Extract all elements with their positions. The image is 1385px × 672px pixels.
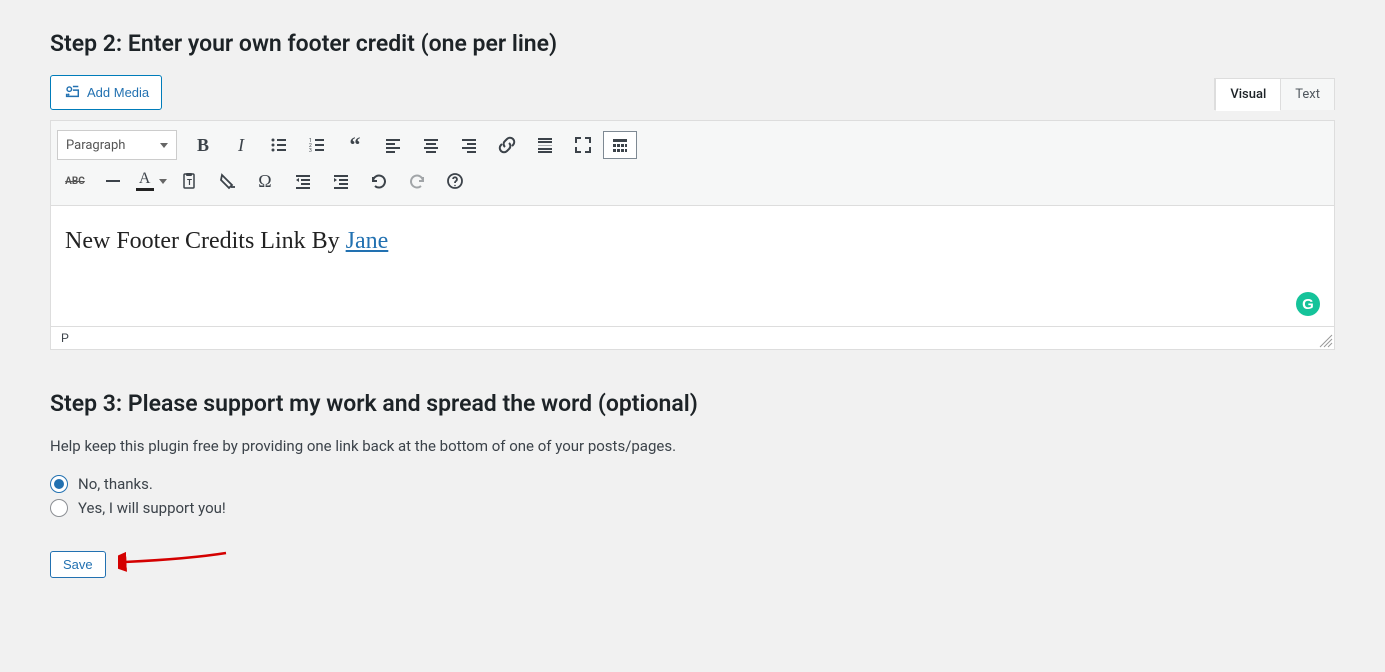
special-char-button[interactable]: Ω <box>247 165 283 197</box>
editor-path: P <box>61 331 69 345</box>
step3-heading: Step 3: Please support my work and sprea… <box>50 390 1335 417</box>
text-color-bar <box>136 188 154 191</box>
radio-label-no: No, thanks. <box>78 475 153 493</box>
chevron-down-icon <box>160 143 168 148</box>
help-button[interactable] <box>437 165 473 197</box>
editor-text: New Footer Credits Link By Jane <box>65 228 388 254</box>
support-options: No, thanks. Yes, I will support you! <box>50 475 1335 517</box>
radio-icon <box>50 499 68 517</box>
editor-toolbar: Paragraph B I 123 “ <box>51 121 1334 206</box>
italic-button[interactable]: I <box>223 129 259 161</box>
paste-text-button[interactable]: T <box>171 165 207 197</box>
resize-handle[interactable] <box>1318 333 1334 349</box>
toolbar-toggle-button[interactable] <box>603 131 637 159</box>
tab-visual[interactable]: Visual <box>1215 79 1280 111</box>
radio-option-yes[interactable]: Yes, I will support you! <box>50 499 1335 517</box>
outdent-button[interactable] <box>285 165 321 197</box>
format-select-value: Paragraph <box>66 138 125 153</box>
numbered-list-button[interactable]: 123 <box>299 129 335 161</box>
link-button[interactable] <box>489 129 525 161</box>
text-color-button[interactable]: A <box>133 165 169 197</box>
clear-formatting-button[interactable] <box>209 165 245 197</box>
strikethrough-button[interactable]: ABC <box>57 165 93 197</box>
indent-button[interactable] <box>323 165 359 197</box>
editor-content[interactable]: New Footer Credits Link By Jane G <box>51 206 1334 326</box>
svg-text:3: 3 <box>309 148 312 154</box>
align-right-button[interactable] <box>451 129 487 161</box>
add-media-button[interactable]: Add Media <box>50 75 162 110</box>
text-color-dropdown[interactable] <box>157 167 168 195</box>
tab-text[interactable]: Text <box>1280 79 1334 110</box>
align-center-button[interactable] <box>413 129 449 161</box>
format-select[interactable]: Paragraph <box>57 130 177 160</box>
redo-button[interactable] <box>399 165 435 197</box>
undo-button[interactable] <box>361 165 397 197</box>
radio-option-no[interactable]: No, thanks. <box>50 475 1335 493</box>
save-button[interactable]: Save <box>50 551 106 578</box>
bullet-list-button[interactable] <box>261 129 297 161</box>
chevron-down-icon <box>159 179 167 184</box>
media-icon <box>63 82 81 103</box>
annotation-arrow <box>118 547 228 581</box>
fullscreen-button[interactable] <box>565 129 601 161</box>
svg-text:T: T <box>187 178 192 187</box>
blockquote-button[interactable]: “ <box>337 129 373 161</box>
readmore-button[interactable] <box>527 129 563 161</box>
radio-icon <box>50 475 68 493</box>
editor-status-bar: P <box>51 326 1334 349</box>
editor-tabs: Visual Text <box>1214 78 1335 110</box>
step3-help-text: Help keep this plugin free by providing … <box>50 437 1335 455</box>
add-media-label: Add Media <box>87 85 149 100</box>
text-color-letter: A <box>139 171 151 187</box>
editor: Paragraph B I 123 “ <box>50 120 1335 350</box>
radio-label-yes: Yes, I will support you! <box>78 499 226 517</box>
grammarly-icon[interactable]: G <box>1296 292 1320 316</box>
align-left-button[interactable] <box>375 129 411 161</box>
step2-heading: Step 2: Enter your own footer credit (on… <box>50 30 1335 57</box>
bold-button[interactable]: B <box>185 129 221 161</box>
hr-button[interactable] <box>95 165 131 197</box>
editor-link[interactable]: Jane <box>346 228 389 254</box>
